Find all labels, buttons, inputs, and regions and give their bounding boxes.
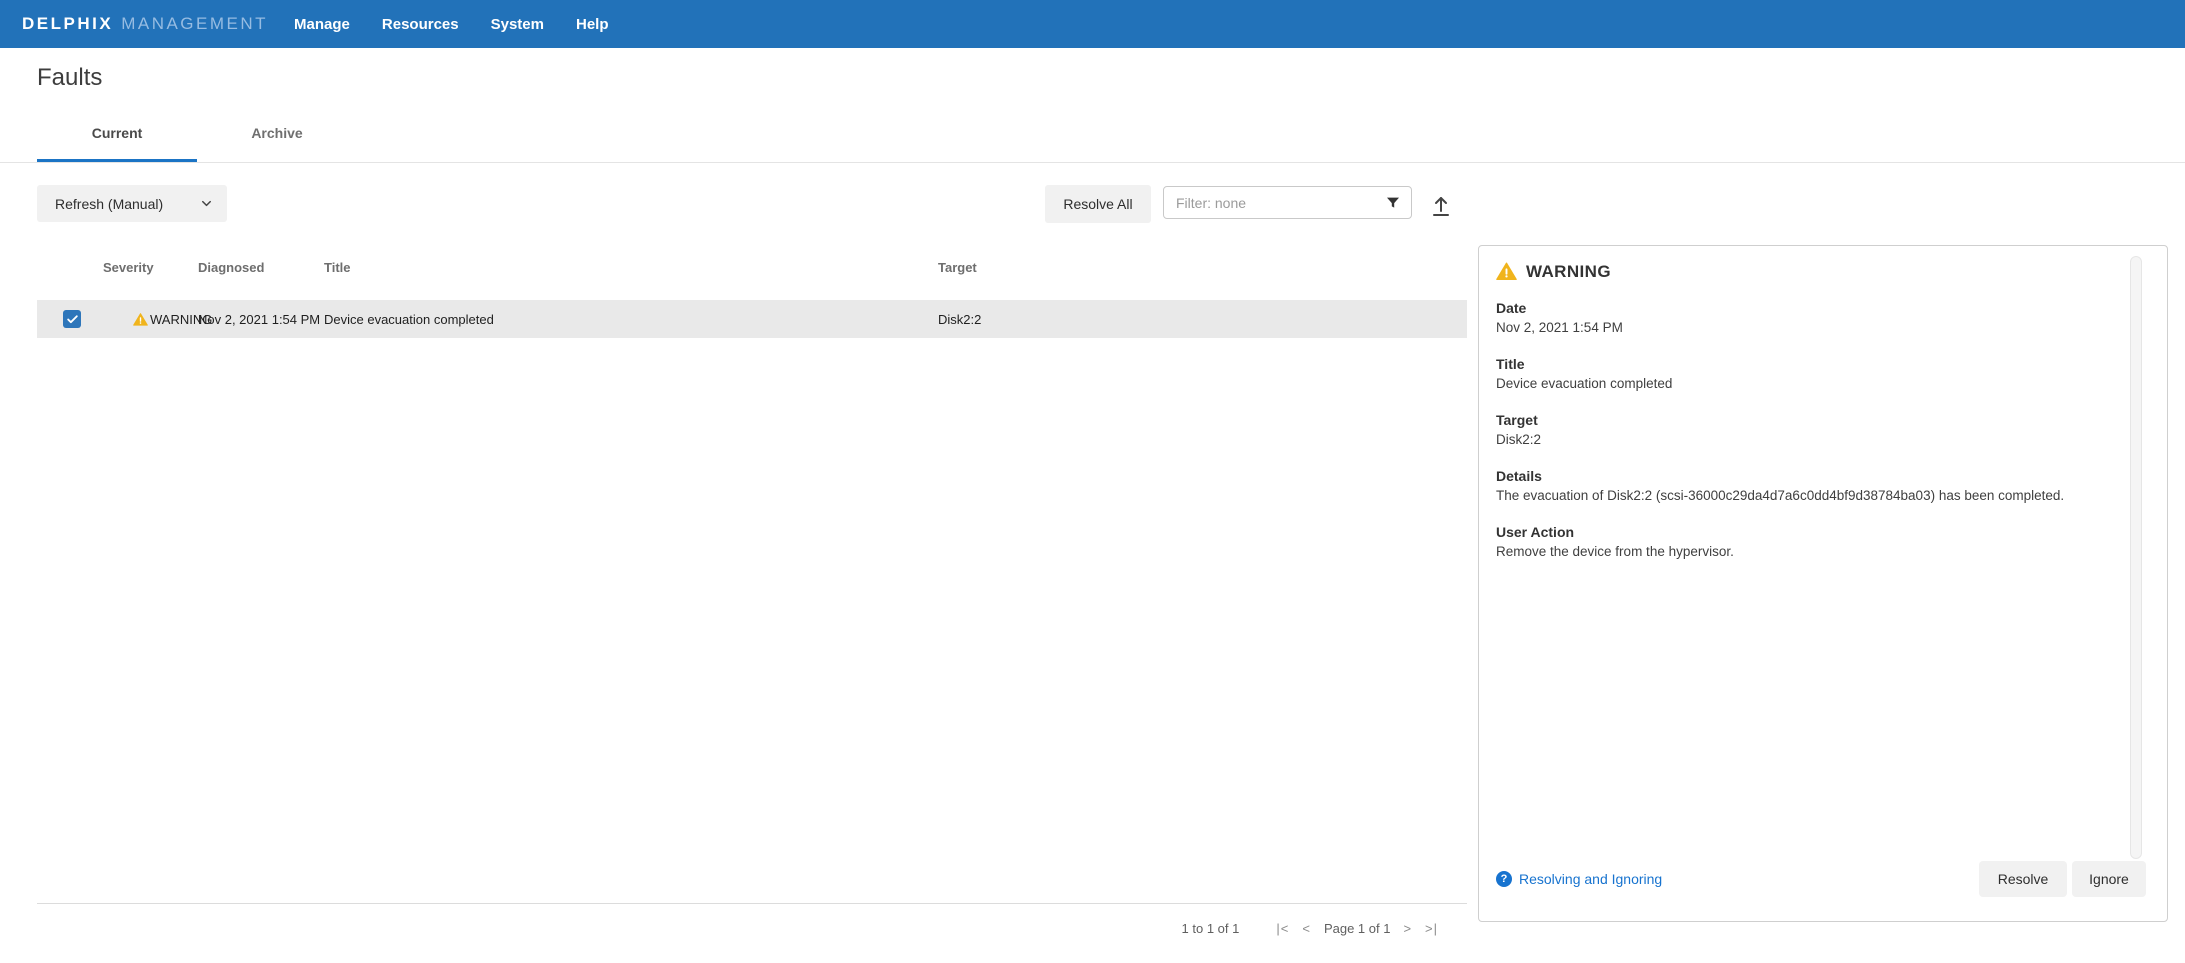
warning-icon — [133, 312, 148, 327]
export-icon[interactable] — [1429, 192, 1457, 220]
logo-brand: DELPHIX — [22, 14, 113, 34]
row-target-cell: Disk2:2 — [938, 312, 1467, 327]
refresh-dropdown[interactable]: Refresh (Manual) — [37, 185, 227, 222]
help-link-label: Resolving and Ignoring — [1519, 871, 1662, 887]
column-header-severity: Severity — [103, 260, 198, 275]
nav-item-resources[interactable]: Resources — [382, 16, 459, 33]
pagination-bar: 1 to 1 of 1 |< < Page 1 of 1 > >| — [37, 921, 1438, 936]
row-diagnosed-cell: Nov 2, 2021 1:54 PM — [198, 312, 324, 327]
warning-icon — [1496, 261, 1517, 282]
column-header-diagnosed: Diagnosed — [198, 260, 324, 275]
page-title: Faults — [37, 64, 102, 92]
filter-field — [1163, 186, 1412, 219]
pagination-range: 1 to 1 of 1 — [1182, 921, 1240, 936]
tab-current[interactable]: Current — [37, 125, 197, 162]
section-value: Disk2:2 — [1496, 432, 2127, 449]
tabs-divider — [0, 162, 2185, 163]
column-header-target: Target — [938, 260, 1467, 275]
row-title-cell: Device evacuation completed — [324, 312, 938, 327]
row-severity-cell: WARNING — [103, 312, 198, 327]
nav-item-system[interactable]: System — [491, 16, 544, 33]
chevron-down-icon — [199, 196, 214, 211]
column-header-title: Title — [324, 260, 938, 275]
resolving-ignoring-link[interactable]: ? Resolving and Ignoring — [1496, 871, 1662, 887]
panel-severity-heading: WARNING — [1526, 262, 1611, 282]
resolve-all-button[interactable]: Resolve All — [1045, 185, 1151, 223]
table-bottom-divider — [37, 903, 1467, 904]
first-page-icon[interactable]: |< — [1276, 921, 1289, 936]
section-label: Date — [1496, 300, 2127, 316]
ignore-button[interactable]: Ignore — [2072, 861, 2146, 897]
main-nav: Manage Resources System Help — [294, 16, 608, 33]
panel-section-title: Title Device evacuation completed — [1496, 356, 2127, 393]
panel-section-details: Details The evacuation of Disk2:2 (scsi-… — [1496, 468, 2127, 505]
panel-scrollbar[interactable] — [2130, 256, 2142, 859]
section-label: Details — [1496, 468, 2127, 484]
panel-footer: ? Resolving and Ignoring Resolve Ignore — [1479, 861, 2167, 897]
panel-header: WARNING — [1479, 246, 2167, 282]
panel-section-user-action: User Action Remove the device from the h… — [1496, 524, 2127, 561]
row-checkbox-cell — [37, 310, 103, 328]
filter-funnel-icon[interactable] — [1385, 195, 1401, 211]
help-icon: ? — [1496, 871, 1512, 887]
section-label: User Action — [1496, 524, 2127, 540]
top-navbar: DELPHIX MANAGEMENT Manage Resources Syst… — [0, 0, 2185, 48]
section-label: Target — [1496, 412, 2127, 428]
section-value: Nov 2, 2021 1:54 PM — [1496, 320, 2127, 337]
panel-section-target: Target Disk2:2 — [1496, 412, 2127, 449]
panel-action-buttons: Resolve Ignore — [1979, 861, 2146, 897]
table-row[interactable]: WARNING Nov 2, 2021 1:54 PM Device evacu… — [37, 300, 1467, 338]
tab-archive[interactable]: Archive — [197, 125, 357, 162]
delphix-logo: DELPHIX MANAGEMENT — [22, 14, 268, 34]
logo-suffix: MANAGEMENT — [121, 14, 268, 34]
nav-item-help[interactable]: Help — [576, 16, 609, 33]
faults-table: Severity Diagnosed Title Target WA — [37, 250, 1467, 338]
panel-body: Date Nov 2, 2021 1:54 PM Title Device ev… — [1479, 282, 2167, 560]
refresh-dropdown-label: Refresh (Manual) — [55, 196, 163, 212]
next-page-icon[interactable]: > — [1403, 921, 1412, 936]
faults-page: DELPHIX MANAGEMENT Manage Resources Syst… — [0, 0, 2185, 963]
last-page-icon[interactable]: >| — [1425, 921, 1438, 936]
fault-detail-panel: WARNING Date Nov 2, 2021 1:54 PM Title D… — [1478, 245, 2168, 922]
panel-section-date: Date Nov 2, 2021 1:54 PM — [1496, 300, 2127, 337]
row-checkbox[interactable] — [63, 310, 81, 328]
section-value: Remove the device from the hypervisor. — [1496, 544, 2127, 561]
faults-tabs: Current Archive — [37, 125, 357, 162]
section-value: Device evacuation completed — [1496, 376, 2127, 393]
filter-input[interactable] — [1176, 195, 1385, 211]
pagination-page-label: Page 1 of 1 — [1324, 921, 1391, 936]
section-label: Title — [1496, 356, 2127, 372]
table-header-row: Severity Diagnosed Title Target — [37, 250, 1467, 300]
nav-item-manage[interactable]: Manage — [294, 16, 350, 33]
prev-page-icon[interactable]: < — [1302, 921, 1311, 936]
section-value: The evacuation of Disk2:2 (scsi-36000c29… — [1496, 488, 2127, 505]
resolve-button[interactable]: Resolve — [1979, 861, 2067, 897]
